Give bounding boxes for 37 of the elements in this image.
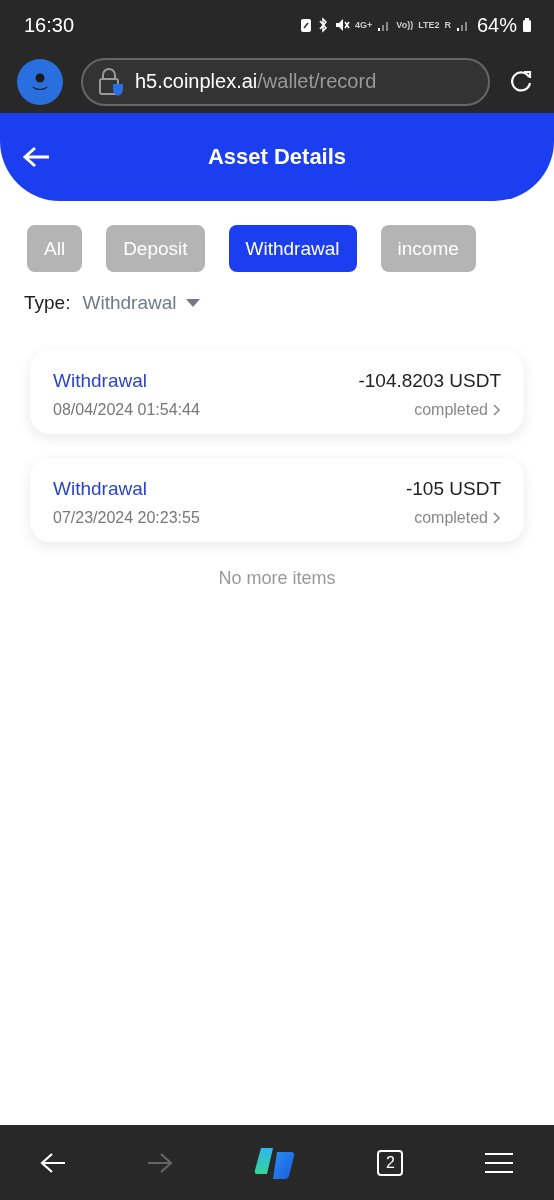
type-label: Type: bbox=[24, 292, 71, 314]
bluetooth-icon bbox=[317, 17, 330, 33]
record-amount: -104.8203 USDT bbox=[358, 370, 501, 392]
record-date: 08/04/2024 01:54:44 bbox=[53, 401, 200, 419]
page-title: Asset Details bbox=[207, 144, 347, 170]
record-card[interactable]: Withdrawal -105 USDT 07/23/2024 20:23:55 completed bbox=[30, 458, 524, 542]
battery-saver-icon bbox=[300, 17, 313, 33]
back-arrow-icon[interactable] bbox=[40, 1151, 67, 1174]
battery-icon bbox=[522, 17, 532, 33]
mute-icon bbox=[334, 17, 351, 33]
record-card[interactable]: Withdrawal -104.8203 USDT 08/04/2024 01:54:44 completed bbox=[30, 350, 524, 434]
chevron-right-icon bbox=[493, 512, 501, 524]
record-type: Withdrawal bbox=[53, 370, 147, 392]
address-bar[interactable]: h5.coinplex.ai/wallet/record bbox=[81, 57, 490, 106]
battery-percent: 64% bbox=[476, 13, 517, 37]
record-type: Withdrawal bbox=[53, 478, 147, 500]
network-label: LTE2 bbox=[418, 20, 440, 30]
back-button[interactable] bbox=[22, 146, 50, 168]
record-status: completed bbox=[414, 509, 488, 527]
record-status: completed bbox=[414, 401, 488, 419]
back-arrow-icon bbox=[22, 146, 50, 168]
type-dropdown[interactable]: Withdrawal bbox=[82, 292, 201, 314]
filter-tab[interactable]: Withdrawal bbox=[228, 225, 357, 272]
network-label: Vo)) bbox=[396, 20, 414, 30]
record-amount: -105 USDT bbox=[405, 478, 501, 500]
network-label: 4G+ bbox=[355, 20, 373, 30]
dropdown-caret-icon bbox=[186, 298, 201, 308]
record-date: 07/23/2024 20:23:55 bbox=[53, 509, 200, 527]
profile-avatar-icon[interactable] bbox=[17, 58, 63, 105]
lock-shield-icon bbox=[97, 66, 125, 97]
end-of-list-text: No more items bbox=[218, 568, 336, 589]
chevron-right-icon bbox=[493, 404, 501, 416]
menu-icon[interactable] bbox=[483, 1150, 514, 1175]
url-text: h5.coinplex.ai/wallet/record bbox=[135, 70, 377, 93]
tab-count-button[interactable]: 2 bbox=[377, 1149, 404, 1176]
network-label: R bbox=[444, 20, 451, 30]
status-time: 16:30 bbox=[24, 13, 75, 37]
